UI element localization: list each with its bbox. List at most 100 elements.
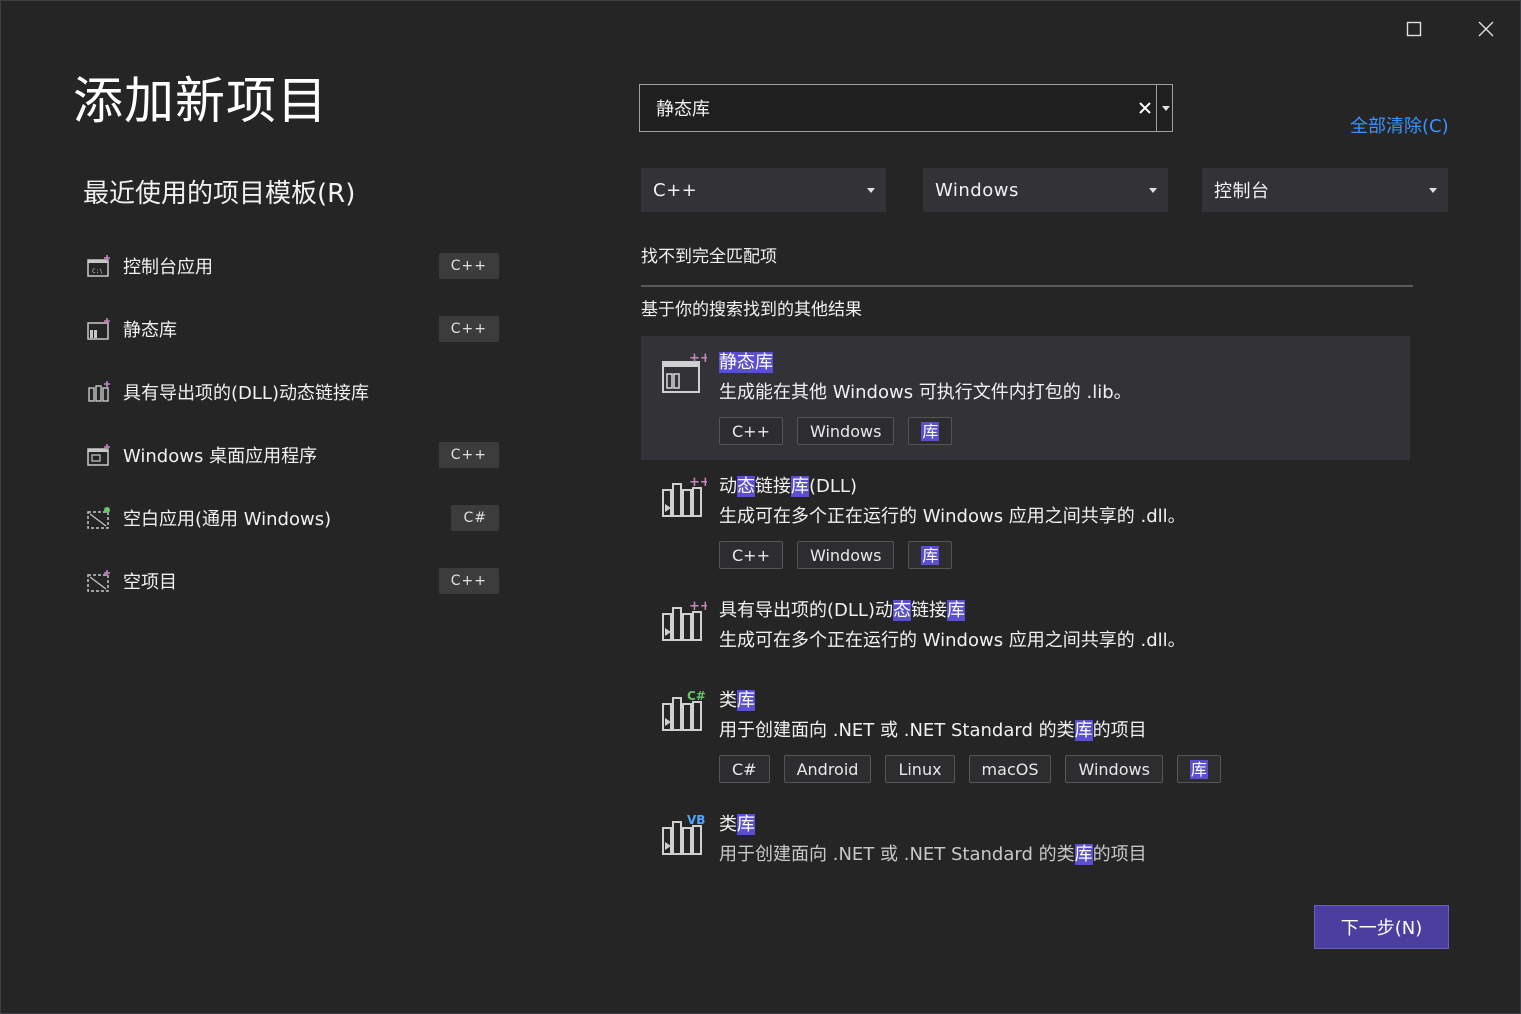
- template-tag: Linux: [885, 755, 955, 783]
- template-result-item[interactable]: ++ 具有导出项的(DLL)动态链接库 生成可在多个正在运行的 Windows …: [641, 584, 1410, 674]
- recent-template-item[interactable]: 空白应用(通用 Windows) C#: [83, 498, 503, 538]
- chevron-down-icon: [1144, 168, 1162, 212]
- no-match-message: 找不到完全匹配项: [641, 247, 777, 267]
- template-title: 静态库: [719, 348, 773, 374]
- template-tag: C++: [719, 541, 783, 569]
- text-segment: 用于创建面向 .NET 或 .NET Standard 的类: [719, 720, 1075, 741]
- results-divider: [641, 285, 1413, 287]
- text-segment: 用于创建面向 .NET 或 .NET Standard 的类: [719, 844, 1075, 865]
- clear-all-link[interactable]: 全部清除(C): [1350, 112, 1449, 138]
- language-filter[interactable]: C++: [641, 168, 886, 212]
- language-badge: C++: [438, 568, 499, 594]
- recent-templates-heading: 最近使用的项目模板(R): [83, 179, 356, 209]
- project-type-filter-value: 控制台: [1214, 181, 1270, 202]
- text-segment: 具有导出项的(DLL)动: [719, 600, 893, 621]
- template-tag: macOS: [968, 755, 1052, 783]
- close-button[interactable]: [1472, 15, 1500, 43]
- maximize-button[interactable]: [1400, 15, 1428, 43]
- template-tag: 库: [908, 541, 953, 569]
- text-segment: 态: [737, 476, 755, 497]
- project-template-icon: C#: [659, 688, 707, 736]
- recent-template-label: 具有导出项的(DLL)动态链接库: [123, 383, 369, 404]
- svg-text:++: ++: [689, 475, 707, 490]
- other-results-heading: 基于你的搜索找到的其他结果: [641, 300, 862, 320]
- text-segment: 库: [1074, 844, 1093, 865]
- recent-template-item[interactable]: C:\ 控制台应用 C++: [83, 246, 503, 286]
- clear-icon: [1139, 102, 1151, 114]
- template-description: 生成能在其他 Windows 可执行文件内打包的 .lib。: [719, 378, 1132, 404]
- project-template-icon: [83, 566, 113, 596]
- template-title: 类库: [719, 686, 755, 712]
- template-tags: C# Android Linux macOS Windows 库: [719, 755, 1221, 783]
- template-description: 用于创建面向 .NET 或 .NET Standard 的类库的项目: [719, 716, 1147, 742]
- project-template-icon: ++: [659, 350, 711, 398]
- project-template-icon: [83, 503, 113, 533]
- template-tag: C#: [719, 755, 770, 783]
- text-segment: 态: [892, 600, 911, 621]
- recent-template-item[interactable]: 静态库 C++: [83, 309, 503, 349]
- text-segment: 类: [719, 690, 737, 711]
- svg-text:C#: C#: [687, 689, 706, 703]
- svg-text:++: ++: [689, 351, 707, 366]
- text-segment: (DLL): [809, 476, 857, 497]
- svg-text:C:\: C:\: [92, 268, 103, 275]
- template-description: 生成可在多个正在运行的 Windows 应用之间共享的 .dll。: [719, 626, 1186, 652]
- project-template-icon: [83, 440, 113, 470]
- dialog-title: 添加新项目: [73, 72, 328, 130]
- template-tag: 库: [908, 417, 953, 445]
- text-segment: 的项目: [1092, 720, 1147, 741]
- template-description: 生成可在多个正在运行的 Windows 应用之间共享的 .dll。: [719, 502, 1186, 528]
- text-segment: 生成能在其他 Windows 可执行文件内打包的 .lib。: [719, 382, 1132, 403]
- next-button[interactable]: 下一步(N): [1314, 905, 1449, 949]
- text-segment: 链接: [910, 600, 947, 621]
- search-clear-button[interactable]: [1134, 97, 1156, 119]
- language-badge: C#: [451, 505, 499, 531]
- text-segment: 库: [791, 476, 809, 497]
- chevron-down-icon: [1161, 105, 1170, 111]
- template-tags: C++ Windows 库: [719, 541, 953, 569]
- search-history-dropdown[interactable]: [1156, 85, 1174, 131]
- template-title: 具有导出项的(DLL)动态链接库: [719, 596, 965, 622]
- project-type-filter[interactable]: 控制台: [1202, 168, 1448, 212]
- add-new-project-dialog: 添加新项目 最近使用的项目模板(R) C:\ 控制台应用 C++ 静态库 C++ 具…: [0, 0, 1521, 1014]
- svg-text:VB: VB: [687, 813, 705, 827]
- recent-template-item[interactable]: Windows 桌面应用程序 C++: [83, 435, 503, 475]
- text-segment: 的项目: [1092, 844, 1147, 865]
- text-segment: 动: [719, 476, 737, 497]
- template-result-item[interactable]: VB 类库 用于创建面向 .NET 或 .NET Standard 的类库的项目: [641, 798, 1410, 878]
- language-badge: C++: [438, 442, 499, 468]
- language-filter-value: C++: [653, 179, 698, 201]
- template-result-item[interactable]: ++ 动态链接库(DLL) 生成可在多个正在运行的 Windows 应用之间共享…: [641, 460, 1410, 584]
- svg-text:++: ++: [689, 599, 707, 614]
- close-icon: [1478, 21, 1494, 37]
- text-segment: 链接: [755, 476, 791, 497]
- text-segment: 库: [1074, 720, 1093, 741]
- project-template-icon: VB: [659, 812, 707, 860]
- project-template-icon: C:\: [83, 251, 113, 281]
- text-segment: 类: [719, 814, 737, 835]
- project-template-icon: ++: [659, 598, 711, 646]
- text-segment: 库: [737, 814, 755, 835]
- language-badge: C++: [438, 253, 499, 279]
- template-result-item[interactable]: C# 类库 用于创建面向 .NET 或 .NET Standard 的类库的项目…: [641, 674, 1410, 798]
- project-template-icon: [83, 314, 113, 344]
- text-segment: 库: [737, 690, 755, 711]
- platform-filter-value: Windows: [935, 179, 1019, 201]
- recent-template-item[interactable]: 空项目 C++: [83, 561, 503, 601]
- template-description: 用于创建面向 .NET 或 .NET Standard 的类库的项目: [719, 840, 1147, 866]
- text-segment: 静态库: [719, 352, 773, 373]
- chevron-down-icon: [862, 168, 880, 212]
- template-tag: Android: [783, 755, 872, 783]
- recent-template-label: 空白应用(通用 Windows): [123, 509, 332, 530]
- template-tag: Windows: [1065, 755, 1163, 783]
- maximize-icon: [1406, 21, 1422, 37]
- platform-filter[interactable]: Windows: [923, 168, 1168, 212]
- recent-template-item[interactable]: 具有导出项的(DLL)动态链接库: [83, 372, 503, 412]
- template-title: 类库: [719, 810, 755, 836]
- project-template-icon: ++: [659, 474, 711, 522]
- text-segment: 库: [946, 600, 965, 621]
- text-segment: 生成可在多个正在运行的 Windows 应用之间共享的 .dll。: [719, 506, 1186, 527]
- template-result-item[interactable]: ++ 静态库 生成能在其他 Windows 可执行文件内打包的 .lib。 C++…: [641, 336, 1410, 460]
- project-template-icon: [83, 377, 113, 407]
- search-input[interactable]: [640, 85, 1130, 131]
